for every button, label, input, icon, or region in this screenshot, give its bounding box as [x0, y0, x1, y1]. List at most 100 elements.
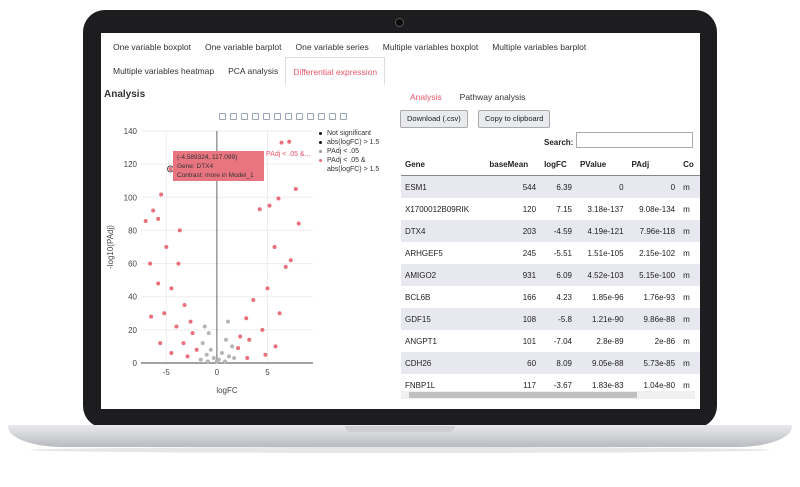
table-row[interactable]: ESM1 544 6.39 0 0 m	[401, 175, 700, 198]
table-cell: GDF15	[401, 308, 486, 330]
analysis-title: Analysis	[104, 89, 146, 100]
pan-icon[interactable]	[241, 113, 248, 120]
lasso-select-icon[interactable]	[263, 113, 270, 120]
plotly-logo-icon[interactable]	[340, 113, 347, 120]
data-point	[208, 347, 213, 352]
data-point	[190, 331, 195, 336]
data-point	[211, 356, 216, 361]
legend-marker	[319, 132, 322, 135]
data-point	[182, 303, 187, 307]
camera-icon[interactable]	[219, 113, 226, 120]
legend-label-line2: abs(logFC) > 1.5	[327, 166, 380, 173]
col-logfc[interactable]: logFC	[540, 153, 576, 176]
search-input[interactable]	[576, 132, 693, 148]
tab-multiple-variables-heatmap[interactable]: Multiple variables heatmap	[106, 57, 221, 85]
autoscale-icon[interactable]	[296, 113, 303, 120]
zoom-out-icon[interactable]	[285, 113, 292, 120]
table-scrollbar[interactable]	[401, 391, 695, 399]
table-cell: m	[679, 308, 700, 330]
table-cell: ARHGEF5	[405, 248, 443, 258]
zoom-icon[interactable]	[230, 113, 237, 120]
copy-clipboard-button[interactable]: Copy to clipboard	[478, 110, 551, 128]
table-row[interactable]: ANGPT1 101 -7.04 2.8e-89 2e-86 m	[401, 330, 700, 352]
compare-icon[interactable]	[329, 113, 336, 120]
data-point	[272, 245, 277, 249]
laptop-mockup: One variable boxplot One variable barplo…	[0, 0, 800, 487]
data-point	[267, 203, 272, 208]
legend-item[interactable]: abs(logFC) > 1.5	[319, 138, 379, 147]
table-cell: X1700012B09RIK	[405, 204, 470, 214]
col-contrast[interactable]: Co	[679, 153, 700, 176]
table-row[interactable]: BCL6B 166 4.23 1.85e-96 1.76e-93 m	[401, 286, 700, 308]
data-point	[202, 324, 207, 329]
legend-item[interactable]: Not significant	[319, 129, 379, 138]
table-cell: m	[683, 292, 690, 302]
table-cell: AMIGO2	[401, 264, 486, 286]
data-point	[200, 341, 205, 346]
data-point	[156, 216, 161, 221]
tab-multiple-variables-boxplot[interactable]: Multiple variables boxplot	[376, 33, 485, 61]
table-row[interactable]: DTX4 203 -4.59 4.19e-121 7.96e-118 m	[401, 220, 700, 242]
table-cell: DTX4	[401, 220, 486, 242]
data-point	[222, 359, 227, 364]
nav-row-2: Multiple variables heatmap PCA analysis …	[106, 57, 386, 85]
y-tick-label: 40	[128, 293, 137, 302]
home-icon[interactable]	[307, 113, 314, 120]
table-cell: -4.59	[540, 220, 576, 242]
x-axis-label: logFC	[216, 386, 238, 395]
tab-pca-analysis[interactable]: PCA analysis	[221, 57, 285, 85]
data-point	[156, 281, 161, 286]
table-row[interactable]: GDF15 108 -5.8 1.21e-90 9.86e-88 m	[401, 308, 700, 330]
data-point	[181, 341, 186, 346]
legend-label: PAdj < .05	[327, 148, 359, 155]
data-point	[273, 344, 278, 349]
tab-pathway-analysis[interactable]: Pathway analysis	[451, 89, 535, 105]
table-cell: CDH26	[401, 352, 486, 374]
table-cell: 8.09	[540, 352, 576, 374]
table-cell: -5.51	[553, 248, 572, 258]
legend-item[interactable]: PAdj < .05	[319, 147, 379, 156]
data-point	[238, 334, 243, 339]
y-tick-label: 140	[124, 127, 138, 136]
table-cell: 6.09	[540, 264, 576, 286]
table-row[interactable]: ARHGEF5 245 -5.51 1.51e-105 2.15e-102 m	[401, 242, 700, 264]
table-row[interactable]: AMIGO2 931 6.09 4.52e-103 5.15e-100 m	[401, 264, 700, 286]
box-select-icon[interactable]	[252, 113, 259, 120]
col-gene[interactable]: Gene	[401, 153, 486, 176]
table-cell: 7.96e-118	[627, 220, 680, 242]
table-cell: ANGPT1	[405, 336, 438, 346]
data-point	[283, 264, 288, 269]
table-cell: 6.39	[540, 175, 576, 198]
x-tick-label: 5	[265, 368, 270, 377]
col-basemean[interactable]: baseMean	[485, 153, 541, 176]
y-tick-label: 20	[128, 326, 137, 335]
table-row[interactable]: CDH26 60 8.09 9.05e-88 5.73e-85 m	[401, 352, 700, 374]
data-point	[176, 261, 181, 266]
tab-differential-expression[interactable]: Differential expression	[285, 57, 386, 85]
scroll-thumb[interactable]	[409, 392, 637, 398]
tab-analysis[interactable]: Analysis	[401, 89, 451, 105]
legend-marker	[319, 150, 322, 153]
tab-multiple-variables-barplot[interactable]: Multiple variables barplot	[485, 33, 593, 61]
table-cell: 1.85e-96	[591, 292, 624, 302]
col-padj[interactable]: PAdj	[627, 153, 680, 176]
table-cell: 203	[485, 220, 541, 242]
data-point	[245, 356, 250, 361]
app-screen: One variable boxplot One variable barplo…	[101, 33, 700, 409]
zoom-in-icon[interactable]	[274, 113, 281, 120]
table-cell: 120	[522, 204, 537, 214]
legend-item[interactable]: PAdj < .05 & abs(logFC) > 1.5	[319, 156, 379, 174]
download-csv-button[interactable]: Download (.csv)	[400, 110, 468, 128]
data-point	[164, 245, 169, 249]
col-pvalue[interactable]: PValue	[575, 153, 628, 176]
table-cell: 9.08e-134	[639, 204, 676, 214]
data-point	[219, 351, 224, 356]
data-point	[168, 166, 173, 171]
table-cell: 1.76e-93	[643, 292, 676, 302]
data-point	[279, 140, 284, 145]
table-cell: -5.8	[540, 308, 576, 330]
y-tick-label: 60	[128, 260, 137, 269]
data-point	[226, 319, 231, 324]
spike-lines-icon[interactable]	[318, 113, 325, 120]
table-row[interactable]: X1700012B09RIK 120 7.15 3.18e-137 9.08e-134 m	[401, 198, 700, 220]
